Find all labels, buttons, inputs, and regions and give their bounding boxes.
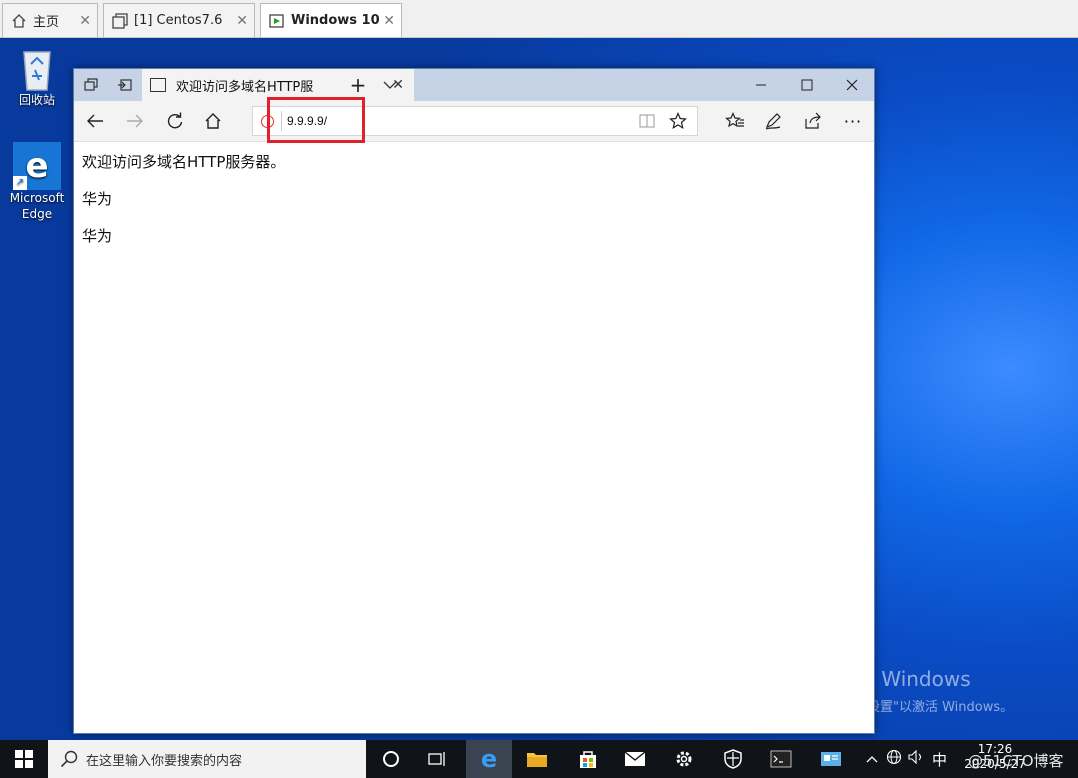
minimize-button[interactable] (738, 69, 784, 101)
close-icon[interactable]: ✕ (79, 13, 91, 29)
task-view-icon[interactable] (414, 740, 460, 778)
edge-window: 欢迎访问多域名HTTP服 ✕ + 9.9.9.9/ ··· 欢迎访问多域名HTT… (73, 68, 875, 734)
page-icon (150, 78, 166, 92)
close-icon[interactable]: ✕ (236, 13, 248, 29)
share-icon[interactable] (796, 105, 830, 137)
shortcut-arrow-icon: ↗ (13, 176, 27, 190)
network-globe-icon[interactable] (886, 749, 902, 769)
desktop-icon-recycle-bin[interactable]: 回收站 (0, 46, 74, 108)
store-icon[interactable] (565, 740, 611, 778)
terminal-icon[interactable] (758, 740, 804, 778)
forward-button[interactable] (118, 105, 152, 137)
star-icon[interactable] (669, 112, 687, 133)
close-icon[interactable]: ✕ (383, 13, 395, 29)
more-icon[interactable]: ··· (836, 105, 870, 137)
tabs-aside-icon[interactable] (108, 69, 142, 101)
recycle-bin-icon (17, 46, 57, 92)
volume-icon[interactable] (908, 749, 924, 768)
desktop-icon-edge[interactable]: e ↗ Microsoft Edge (0, 142, 74, 222)
page-content: 欢迎访问多域名HTTP服务器。 华为 华为 (82, 151, 285, 262)
vm-icon (110, 11, 130, 31)
edge-icon: e ↗ (13, 142, 61, 190)
desktop-icon-label: Microsoft Edge (9, 191, 65, 221)
pen-icon[interactable] (756, 105, 790, 137)
file-explorer-icon[interactable] (514, 740, 560, 778)
search-placeholder: 在这里输入你要搜索的内容 (86, 753, 243, 769)
settings-gear-icon[interactable] (661, 740, 707, 778)
chevron-up-icon[interactable] (866, 751, 878, 767)
chevron-down-icon[interactable] (374, 69, 406, 101)
ime-indicator[interactable]: 中 (932, 749, 947, 770)
taskbar-search-box[interactable]: 在这里输入你要搜索的内容 (48, 740, 366, 778)
search-icon (60, 750, 78, 772)
tab-set-aside-icon[interactable] (74, 69, 108, 101)
source-watermark: @51CTO博客 (968, 752, 1064, 770)
home-button[interactable] (196, 105, 230, 137)
vm-tab-windows10[interactable]: Windows 10 ✕ (260, 3, 402, 37)
vm-tab-strip: 主页 ✕ [1] Centos7.6 ✕ Windows 10 ✕ (0, 0, 1078, 38)
windows-logo-icon (15, 750, 33, 768)
cortana-icon[interactable] (368, 740, 414, 778)
title-bar: 欢迎访问多域名HTTP服 ✕ + (74, 69, 874, 101)
red-highlight-box (267, 97, 365, 143)
taskbar-edge-icon[interactable]: e (466, 740, 512, 778)
desktop-icon-label: 回收站 (18, 93, 55, 107)
network-app-icon[interactable] (808, 740, 854, 778)
content-line: 华为 (82, 227, 113, 245)
security-shield-icon[interactable] (710, 740, 756, 778)
reading-view-icon[interactable] (639, 113, 655, 132)
vm-running-icon (267, 11, 287, 31)
browser-tab-title: 欢迎访问多域名HTTP服 (176, 79, 314, 95)
vm-tab-centos[interactable]: [1] Centos7.6 ✕ (103, 3, 255, 37)
vm-tab-label: 主页 (33, 15, 60, 30)
maximize-button[interactable] (784, 69, 830, 101)
vm-tab-home[interactable]: 主页 ✕ (2, 3, 98, 37)
system-tray: 中 (866, 740, 947, 778)
taskbar: 在这里输入你要搜索的内容 e 中 17:26 2020/5/27 @51CTO博… (0, 740, 1078, 778)
start-button[interactable] (0, 740, 48, 778)
back-button[interactable] (78, 105, 112, 137)
content-line: 华为 (82, 190, 113, 208)
close-window-button[interactable] (830, 69, 874, 101)
content-line: 欢迎访问多域名HTTP服务器。 (82, 153, 286, 171)
favorites-icon[interactable] (718, 105, 752, 137)
navigation-bar: 9.9.9.9/ ··· (74, 101, 874, 142)
vm-tab-label: Windows 10 (291, 13, 380, 28)
mail-icon[interactable] (612, 740, 658, 778)
vm-tab-label: [1] Centos7.6 (134, 13, 223, 28)
refresh-button[interactable] (158, 105, 192, 137)
home-icon (9, 11, 29, 31)
